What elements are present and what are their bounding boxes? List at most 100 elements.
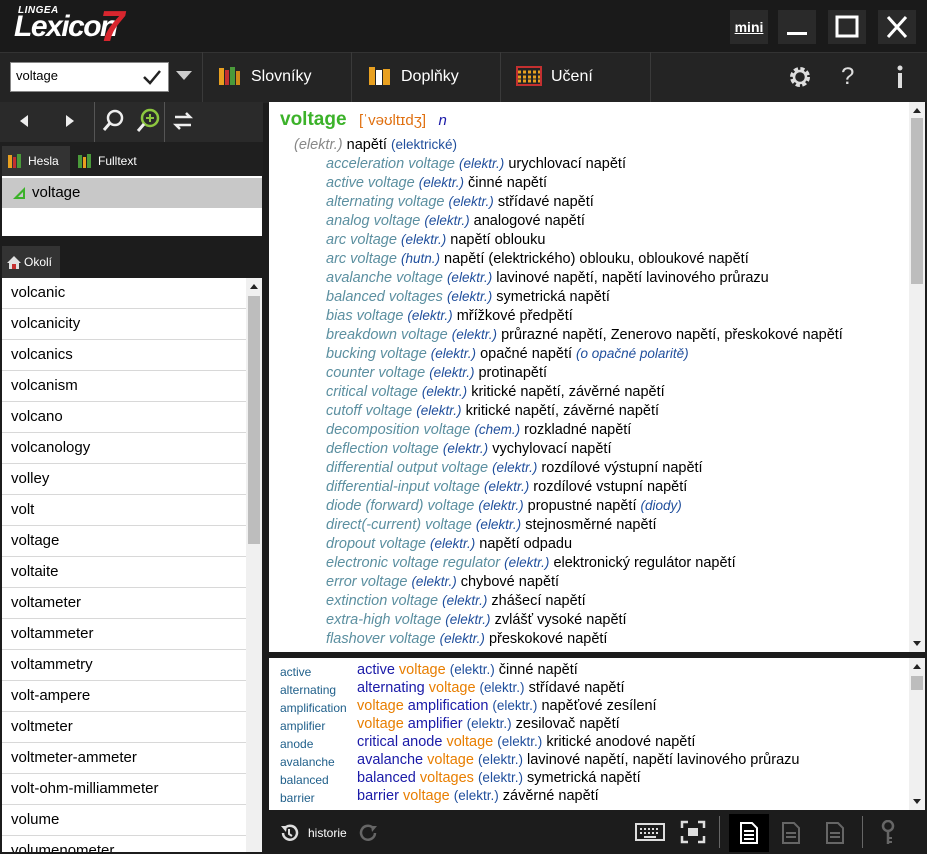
- phrase-row[interactable]: deflection voltage (elektr.) vychylovací…: [326, 441, 611, 457]
- help-icon[interactable]: ?: [841, 63, 854, 91]
- maximize-button[interactable]: [828, 10, 866, 44]
- forward-icon[interactable]: [52, 102, 88, 140]
- list-item[interactable]: volcanism: [2, 371, 246, 402]
- phrase-row[interactable]: arc voltage (hutn.) napětí (elektrického…: [326, 251, 749, 267]
- scroll-thumb[interactable]: [911, 676, 923, 690]
- fulltext-row[interactable]: active active voltage (elektr.) činné nap…: [269, 662, 909, 680]
- keyboard-icon[interactable]: [635, 823, 665, 841]
- fulltext-row[interactable]: amplifier voltage amplifier (elektr.) zes…: [269, 716, 909, 734]
- tab-okoli[interactable]: Okolí: [2, 246, 60, 278]
- fulltext-row[interactable]: alternating alternating voltage (elektr.)…: [269, 680, 909, 698]
- list-item[interactable]: volcanology: [2, 433, 246, 464]
- fulltext-row[interactable]: amplification voltage amplification (elek…: [269, 698, 909, 716]
- scroll-down-icon[interactable]: [912, 798, 922, 806]
- fulltext-row[interactable]: anode critical anode voltage (elektr.) kr…: [269, 734, 909, 752]
- tab-fulltext[interactable]: Fulltext: [72, 146, 144, 176]
- phrase-row[interactable]: bucking voltage (elektr.) opačné napětí …: [326, 346, 689, 362]
- phrase-row[interactable]: avalanche voltage (elektr.) lavinové nap…: [326, 270, 769, 286]
- fulltext-phrase: avalanche voltage (elektr.) lavinové nap…: [357, 752, 799, 768]
- list-item[interactable]: volumenometer: [2, 836, 246, 852]
- list-item[interactable]: volcanics: [2, 340, 246, 371]
- fulltext-scrollbar[interactable]: [909, 658, 925, 810]
- scroll-down-icon[interactable]: [912, 640, 922, 648]
- list-item[interactable]: volcano: [2, 402, 246, 433]
- search-input[interactable]: [16, 68, 136, 83]
- phrase-row[interactable]: arc voltage (elektr.) napětí oblouku: [326, 232, 545, 248]
- phrase-row[interactable]: differential-input voltage (elektr.) roz…: [326, 479, 687, 495]
- entry-scrollbar[interactable]: [909, 102, 925, 652]
- phrase-row[interactable]: direct(-current) voltage (elektr.) stejn…: [326, 517, 657, 533]
- swap-icon[interactable]: [166, 102, 202, 140]
- phrase-row[interactable]: acceleration voltage (elektr.) urychlova…: [326, 156, 626, 172]
- document-icon[interactable]: [782, 822, 800, 844]
- phrase-row[interactable]: error voltage (elektr.) chybové napětí: [326, 574, 559, 590]
- phrase-row[interactable]: counter voltage (elektr.) protinapětí: [326, 365, 547, 381]
- phrase-row[interactable]: decomposition voltage (chem.) rozkladné …: [326, 422, 631, 438]
- phrase-row[interactable]: extra-high voltage (elektr.) zvlášť vyso…: [326, 612, 627, 628]
- dropdown-icon[interactable]: [175, 70, 193, 82]
- list-item[interactable]: volt: [2, 495, 246, 526]
- document-icon[interactable]: [826, 822, 844, 844]
- mini-mode-button[interactable]: mini: [730, 10, 768, 44]
- document-view-button[interactable]: [729, 814, 769, 852]
- history-icon[interactable]: [278, 822, 300, 844]
- history-forward-icon[interactable]: [358, 822, 380, 844]
- wordlist-scrollbar[interactable]: [246, 278, 262, 852]
- list-item[interactable]: voltameter: [2, 588, 246, 619]
- headword-item-selected[interactable]: voltage: [2, 178, 262, 208]
- scroll-up-icon[interactable]: [912, 106, 922, 114]
- fulltext-row[interactable]: avalanche avalanche voltage (elektr.) lav…: [269, 752, 909, 770]
- phrase-english: extinction voltage: [326, 593, 439, 609]
- phrase-row[interactable]: flashover voltage (elektr.) přeskokové n…: [326, 631, 607, 647]
- minimize-button[interactable]: [778, 10, 816, 44]
- zoom-search-icon[interactable]: [131, 102, 167, 140]
- fulltext-row[interactable]: balanced balanced voltages (elektr.) syme…: [269, 770, 909, 788]
- phrase-row[interactable]: analog voltage (elektr.) analogové napět…: [326, 213, 585, 229]
- list-item[interactable]: voltaite: [2, 557, 246, 588]
- close-button[interactable]: [878, 10, 916, 44]
- learning-button[interactable]: Učení: [551, 68, 593, 86]
- phrase-row[interactable]: electronic voltage regulator (elektr.) e…: [326, 555, 736, 571]
- gear-icon[interactable]: [787, 64, 813, 90]
- phrase-row[interactable]: alternating voltage (elektr.) střídavé n…: [326, 194, 594, 210]
- list-item[interactable]: voltammetry: [2, 650, 246, 681]
- list-item[interactable]: volt-ohm-milliammeter: [2, 774, 246, 805]
- phrase-row[interactable]: cutoff voltage (elektr.) kritické napětí…: [326, 403, 659, 419]
- info-icon[interactable]: [894, 64, 906, 90]
- phrase-row[interactable]: diode (forward) voltage (elektr.) propus…: [326, 498, 682, 514]
- list-item[interactable]: voltmeter: [2, 712, 246, 743]
- scroll-up-icon[interactable]: [912, 662, 922, 670]
- phrase-row[interactable]: active voltage (elektr.) činné napětí: [326, 175, 547, 191]
- fulltext-row[interactable]: barrier barrier voltage (elektr.) závěrné…: [269, 788, 909, 806]
- scroll-up-icon[interactable]: [249, 282, 259, 290]
- list-item[interactable]: voltage: [2, 526, 246, 557]
- phrase-row[interactable]: extinction voltage (elektr.) zhášecí nap…: [326, 593, 586, 609]
- list-item[interactable]: volcanic: [2, 278, 246, 309]
- dictionaries-button[interactable]: Slovníky: [251, 68, 311, 86]
- list-item[interactable]: volt-ampere: [2, 681, 246, 712]
- tab-hesla[interactable]: Hesla: [2, 146, 70, 176]
- scroll-thumb[interactable]: [248, 296, 260, 544]
- fullscreen-icon[interactable]: [680, 820, 706, 844]
- phrase-row[interactable]: balanced voltages (elektr.) symetrická n…: [326, 289, 610, 305]
- phrase-row[interactable]: bias voltage (elektr.) mřížkové předpětí: [326, 308, 573, 324]
- list-item[interactable]: voltmeter-ammeter: [2, 743, 246, 774]
- addons-button[interactable]: Doplňky: [401, 68, 459, 86]
- entry-main-sense: (elektr.) napětí (elektrické): [294, 137, 457, 153]
- scroll-thumb[interactable]: [911, 118, 923, 284]
- search-box[interactable]: [10, 62, 169, 92]
- phrase-row[interactable]: differential output voltage (elektr.) ro…: [326, 460, 703, 476]
- phrase-row[interactable]: dropout voltage (elektr.) napětí odpadu: [326, 536, 572, 552]
- phrase-english: arc voltage: [326, 251, 397, 267]
- list-item[interactable]: volley: [2, 464, 246, 495]
- list-item[interactable]: volume: [2, 805, 246, 836]
- back-icon[interactable]: [6, 102, 42, 140]
- phrase-row[interactable]: breakdown voltage (elektr.) průrazné nap…: [326, 327, 843, 343]
- phrase-row[interactable]: critical voltage (elektr.) kritické napě…: [326, 384, 665, 400]
- key-icon[interactable]: [880, 820, 896, 846]
- list-item[interactable]: volcanicity: [2, 309, 246, 340]
- checkmark-icon[interactable]: [142, 68, 162, 86]
- history-label[interactable]: historie: [308, 826, 347, 840]
- search-icon[interactable]: [96, 102, 132, 140]
- list-item[interactable]: voltammeter: [2, 619, 246, 650]
